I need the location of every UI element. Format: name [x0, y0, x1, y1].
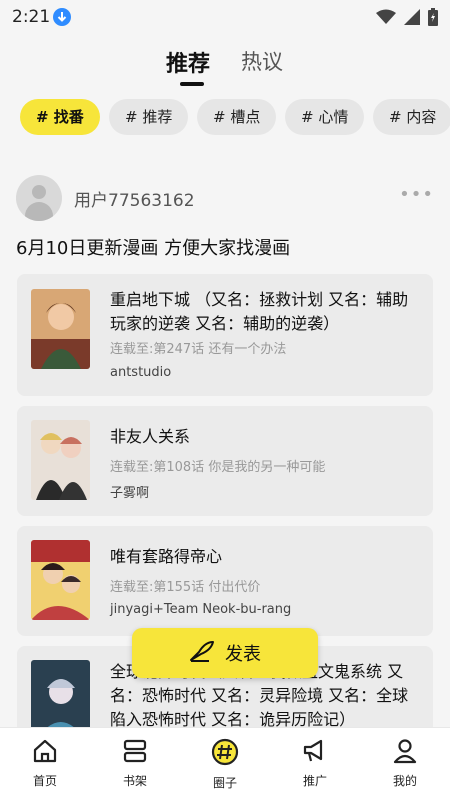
- nav-label: 首页: [32, 774, 57, 788]
- battery-icon: [428, 8, 438, 30]
- chip-content[interactable]: # 内容: [373, 99, 450, 135]
- quill-icon: [189, 640, 215, 666]
- comic-cover: [31, 289, 90, 369]
- nav-bookshelf[interactable]: 书架: [90, 728, 180, 797]
- chip-mood[interactable]: # 心情: [285, 99, 365, 135]
- comic-title: 唯有套路得帝心: [110, 547, 223, 566]
- nav-label: 推广: [302, 774, 327, 788]
- bottom-nav: 首页 书架 圈子 推广 我的: [0, 727, 450, 797]
- topic-chips: # 找番 # 推荐 # 槽点 # 心情 # 内容: [0, 94, 450, 150]
- comic-cover: [31, 660, 90, 727]
- post-button[interactable]: 发表: [132, 628, 318, 678]
- comic-card[interactable]: 唯有套路得帝心 连载至:第155话 付出代价 jinyagi+Team Neok…: [17, 526, 433, 636]
- avatar[interactable]: [16, 175, 62, 221]
- nav-label: 书架: [122, 774, 147, 788]
- comic-status: 连载至:第247话 还有一个办法: [110, 342, 287, 357]
- username[interactable]: 用户77563162: [74, 186, 195, 211]
- nav-home[interactable]: 首页: [0, 728, 90, 797]
- status-time: 2:21: [12, 7, 51, 27]
- post-user[interactable]: 用户77563162: [16, 175, 195, 221]
- status-bar: 2:21: [0, 0, 450, 34]
- tab-recommend[interactable]: 推荐: [166, 46, 210, 78]
- header: 推荐 热议: [0, 34, 450, 94]
- nav-mine[interactable]: 我的: [360, 728, 450, 797]
- bookshelf-icon: [121, 738, 149, 768]
- post-button-label: 发表: [225, 644, 261, 665]
- chip-complaints[interactable]: # 槽点: [197, 99, 277, 135]
- comic-title: 非友人关系: [110, 427, 191, 446]
- download-icon: [53, 8, 71, 26]
- comic-author: jinyagi+Team Neok-bu-rang: [110, 602, 292, 617]
- nav-label: 我的: [392, 774, 417, 788]
- comic-status: 连载至:第155话 付出代价: [110, 580, 261, 595]
- more-icon[interactable]: •••: [399, 184, 434, 205]
- megaphone-icon: [301, 738, 329, 768]
- circle-hash-icon: [211, 738, 239, 770]
- chip-recommend[interactable]: # 推荐: [109, 99, 189, 135]
- person-icon: [392, 738, 418, 768]
- comic-author: 子雾啊: [110, 486, 150, 501]
- signal-icon: [404, 9, 420, 29]
- nav-promote[interactable]: 推广: [270, 728, 360, 797]
- tab-underline: [180, 82, 204, 86]
- comic-author: antstudio: [110, 365, 172, 380]
- wifi-icon: [376, 9, 396, 29]
- post-title: 6月10日更新漫画 方便大家找漫画: [16, 238, 291, 259]
- nav-circle[interactable]: 圈子: [180, 728, 270, 797]
- nav-label: 圈子: [212, 776, 237, 790]
- comic-cover: [31, 540, 90, 620]
- comic-status: 连载至:第108话 你是我的另一种可能: [110, 460, 326, 475]
- chip-find[interactable]: # 找番: [20, 99, 100, 135]
- comic-card[interactable]: 重启地下城 （又名：拯救计划 又名：辅助玩家的逆袭 又名：辅助的逆袭） 连载至:…: [17, 274, 433, 396]
- comic-cover: [31, 420, 90, 500]
- tab-hot[interactable]: 热议: [241, 46, 283, 76]
- home-icon: [32, 738, 58, 768]
- comic-card[interactable]: 非友人关系 连载至:第108话 你是我的另一种可能 子雾啊: [17, 406, 433, 516]
- comic-title: 重启地下城 （又名：拯救计划 又名：辅助玩家的逆袭 又名：辅助的逆袭）: [110, 290, 409, 333]
